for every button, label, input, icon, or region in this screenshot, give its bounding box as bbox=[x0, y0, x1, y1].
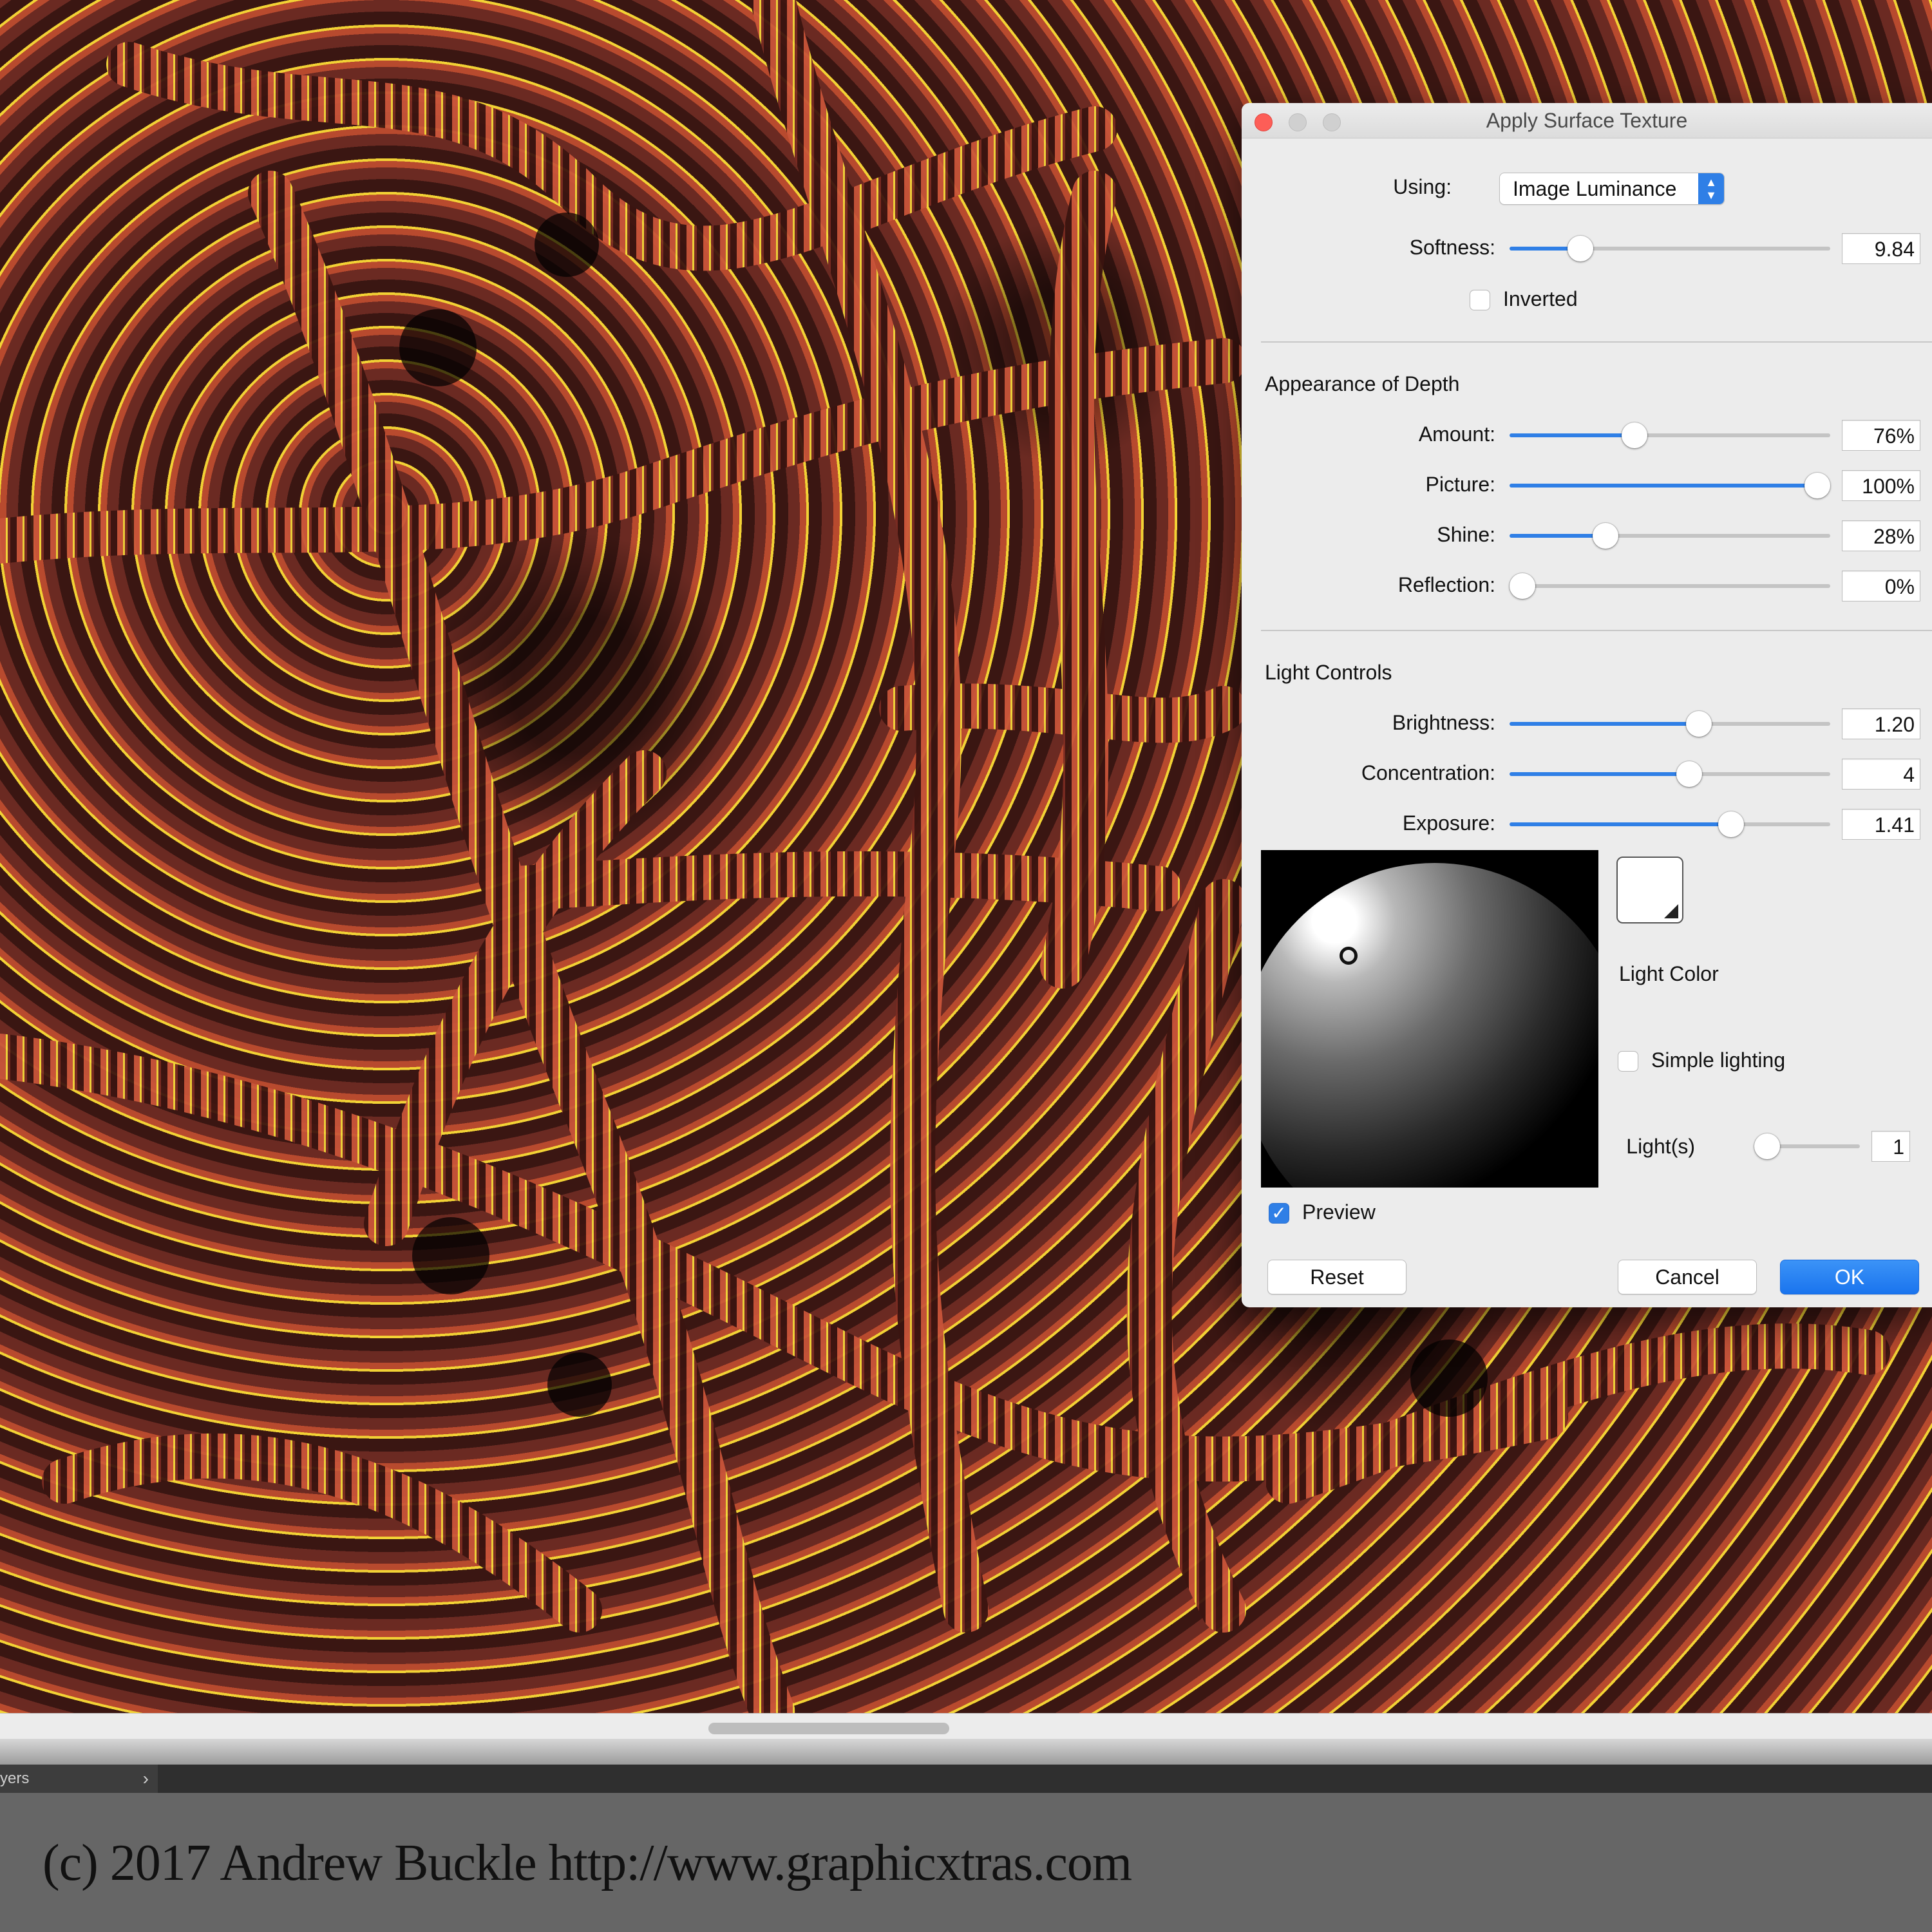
brightness-label: Brightness: bbox=[1392, 711, 1495, 734]
picture-fill bbox=[1510, 484, 1818, 488]
softness-knob[interactable] bbox=[1567, 236, 1593, 261]
amount-label: Amount: bbox=[1418, 422, 1495, 446]
exposure-fill bbox=[1510, 822, 1731, 826]
separator bbox=[1261, 341, 1932, 343]
exposure-label: Exposure: bbox=[1402, 811, 1495, 835]
dialog-titlebar[interactable]: Apply Surface Texture bbox=[1242, 103, 1932, 138]
preview-label: Preview bbox=[1302, 1200, 1376, 1224]
lights-knob[interactable] bbox=[1754, 1133, 1780, 1159]
light-color-swatch[interactable] bbox=[1616, 857, 1683, 923]
concentration-fill bbox=[1510, 772, 1689, 776]
reflection-track bbox=[1510, 584, 1830, 588]
light-heading: Light Controls bbox=[1265, 661, 1392, 684]
concentration-slider[interactable] bbox=[1510, 760, 1830, 788]
cancel-button[interactable]: Cancel bbox=[1618, 1260, 1757, 1294]
reset-button[interactable]: Reset bbox=[1267, 1260, 1406, 1294]
panel-tab-bar: yers › bbox=[0, 1765, 1932, 1793]
shine-knob[interactable] bbox=[1593, 523, 1619, 549]
ok-button[interactable]: OK bbox=[1780, 1260, 1919, 1294]
inverted-checkbox[interactable] bbox=[1470, 290, 1490, 310]
scrollbar-thumb[interactable] bbox=[708, 1723, 949, 1734]
depth-heading: Appearance of Depth bbox=[1265, 372, 1460, 395]
chevron-right-icon[interactable]: › bbox=[143, 1765, 149, 1793]
simple-lighting-checkbox[interactable] bbox=[1618, 1051, 1638, 1072]
concentration-knob[interactable] bbox=[1676, 761, 1702, 787]
status-strip bbox=[0, 1739, 1932, 1765]
picture-knob[interactable] bbox=[1804, 473, 1831, 498]
simple-lighting-label: Simple lighting bbox=[1651, 1048, 1786, 1072]
softness-slider[interactable] bbox=[1510, 234, 1830, 263]
horizontal-scrollbar[interactable] bbox=[0, 1713, 1932, 1739]
updown-arrows-icon: ▲ ▼ bbox=[1698, 173, 1724, 204]
shine-slider[interactable] bbox=[1510, 522, 1830, 550]
concentration-label: Concentration: bbox=[1361, 761, 1495, 784]
brightness-knob[interactable] bbox=[1685, 711, 1712, 737]
lights-value[interactable]: 1 bbox=[1871, 1131, 1910, 1162]
reflection-label: Reflection: bbox=[1397, 573, 1495, 596]
softness-value[interactable]: 9.84 bbox=[1842, 233, 1920, 264]
lights-track bbox=[1767, 1144, 1860, 1148]
concentration-value[interactable]: 4 bbox=[1842, 759, 1920, 790]
reflection-value[interactable]: 0% bbox=[1842, 571, 1920, 601]
light-position-handle[interactable] bbox=[1340, 947, 1358, 965]
picture-slider[interactable] bbox=[1510, 471, 1831, 500]
amount-fill bbox=[1510, 433, 1635, 437]
amount-knob[interactable] bbox=[1622, 422, 1648, 448]
using-select-value: Image Luminance bbox=[1513, 177, 1677, 200]
light-color-label: Light Color bbox=[1619, 962, 1719, 985]
reflection-slider[interactable] bbox=[1509, 572, 1830, 600]
shine-fill bbox=[1510, 534, 1606, 538]
picture-value[interactable]: 100% bbox=[1842, 470, 1920, 501]
inverted-label: Inverted bbox=[1503, 287, 1578, 310]
amount-slider[interactable] bbox=[1510, 421, 1830, 450]
picture-label: Picture: bbox=[1425, 473, 1495, 496]
brightness-slider[interactable] bbox=[1510, 710, 1830, 738]
credit-text: (c) 2017 Andrew Buckle http://www.graphi… bbox=[43, 1835, 1132, 1891]
apply-surface-texture-dialog: Apply Surface Texture Using: Image Lumin… bbox=[1242, 103, 1932, 1307]
separator bbox=[1261, 630, 1932, 631]
exposure-value[interactable]: 1.41 bbox=[1842, 809, 1920, 840]
swatch-corner-icon bbox=[1664, 904, 1678, 918]
brightness-fill bbox=[1510, 722, 1699, 726]
exposure-slider[interactable] bbox=[1510, 810, 1830, 838]
amount-value[interactable]: 76% bbox=[1842, 420, 1920, 451]
reflection-knob[interactable] bbox=[1509, 573, 1535, 599]
layers-tab[interactable]: yers › bbox=[0, 1765, 158, 1793]
using-label: Using: bbox=[1393, 175, 1452, 198]
layers-tab-label: yers bbox=[0, 1770, 30, 1787]
lights-label: Light(s) bbox=[1626, 1135, 1695, 1158]
credit-banner: (c) 2017 Andrew Buckle http://www.graphi… bbox=[0, 1793, 1932, 1932]
using-select[interactable]: Image Luminance ▲ ▼ bbox=[1499, 173, 1725, 205]
brightness-value[interactable]: 1.20 bbox=[1842, 708, 1920, 739]
exposure-knob[interactable] bbox=[1718, 811, 1744, 837]
shine-label: Shine: bbox=[1437, 523, 1495, 546]
preview-checkbox[interactable]: ✓ bbox=[1269, 1203, 1289, 1224]
softness-label: Softness: bbox=[1409, 236, 1495, 259]
light-direction-preview[interactable] bbox=[1261, 850, 1598, 1188]
lights-slider[interactable] bbox=[1754, 1132, 1860, 1160]
shine-value[interactable]: 28% bbox=[1842, 520, 1920, 551]
light-sphere bbox=[1261, 863, 1598, 1188]
dialog-title: Apply Surface Texture bbox=[1486, 109, 1688, 132]
